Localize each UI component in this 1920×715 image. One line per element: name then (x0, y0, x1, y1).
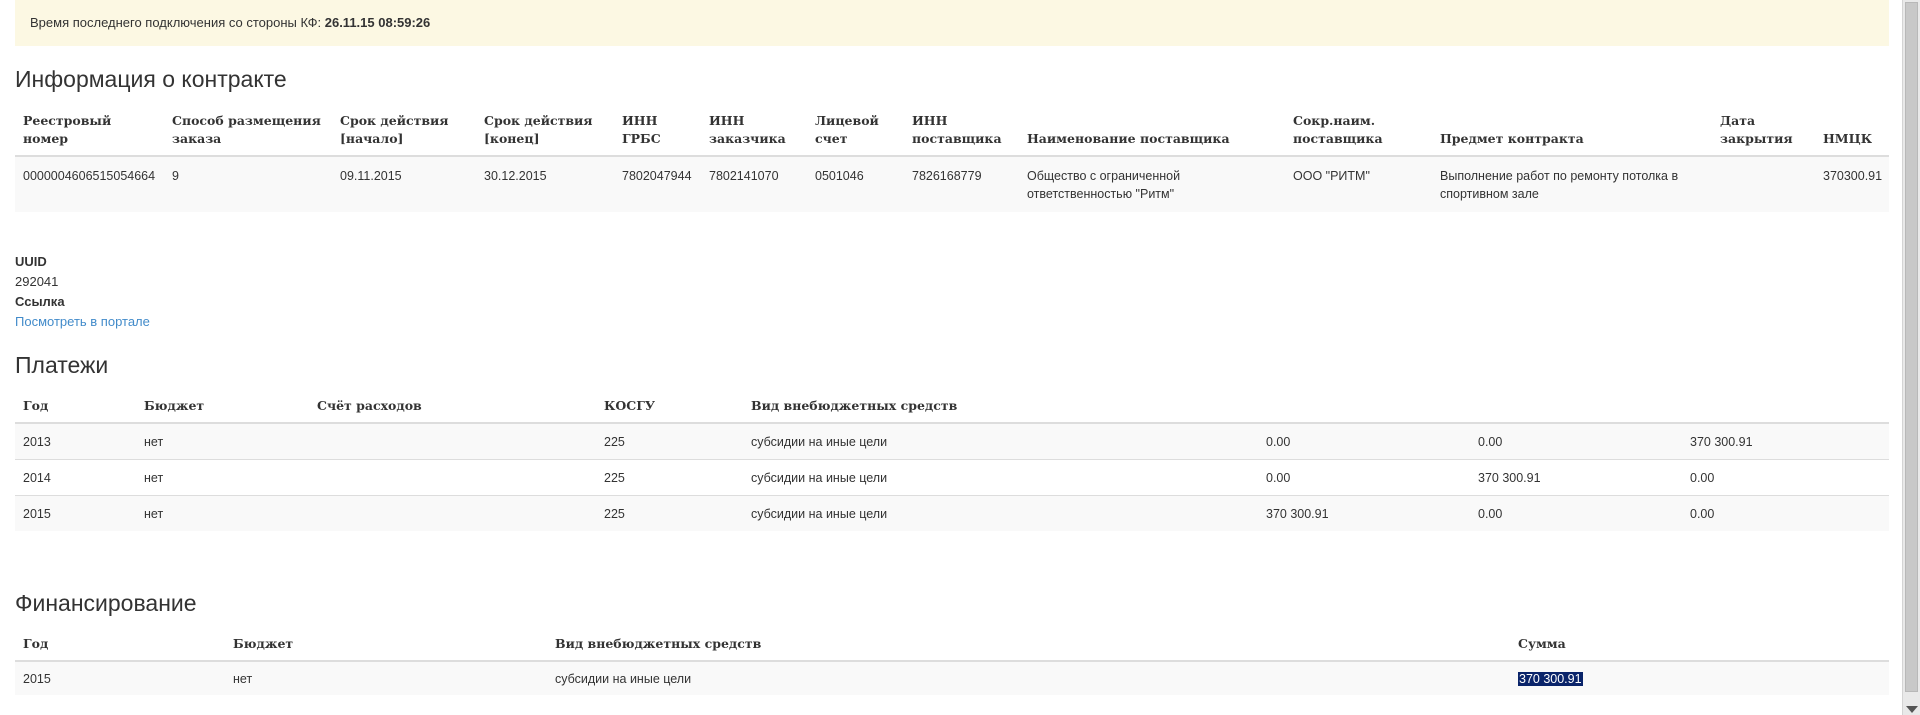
payments-col-header (1470, 393, 1682, 424)
selected-amount: 370 300.91 (1518, 671, 1583, 686)
contract-cell: Общество с ограниченной ответственностью… (1019, 155, 1285, 212)
payments-cell: 2015 (15, 495, 136, 531)
payments-cell: 0.00 (1258, 422, 1470, 460)
contract-cell: 09.11.2015 (332, 155, 476, 212)
payments-cell: субсидии на иные цели (743, 459, 1258, 496)
payments-cell: 370 300.91 (1682, 422, 1889, 460)
payments-cell: субсидии на иные цели (743, 495, 1258, 531)
payments-section-title: Платежи (15, 352, 109, 378)
payments-cell: 2013 (15, 422, 136, 460)
scrollbar-thumb[interactable] (1905, 2, 1918, 692)
link-label: Ссылка (15, 294, 65, 309)
payments-cell: 225 (596, 459, 743, 496)
contract-col-header: НМЦК (1815, 108, 1889, 157)
financing-cell: нет (225, 660, 547, 695)
payments-header-row: Год Бюджет Счёт расходов КОСГУ Вид внебюджет… (15, 393, 1889, 424)
payments-cell (309, 459, 596, 496)
contract-row: 0000004606515054664 9 09.11.2015 30.12.2015… (15, 155, 1889, 212)
payments-col-header: Счёт расходов (309, 393, 596, 424)
payments-cell: 0.00 (1470, 422, 1682, 460)
financing-cell: 370 300.91 (1510, 660, 1889, 695)
financing-col-header: Год (15, 631, 225, 662)
payments-col-header: Бюджет (136, 393, 309, 424)
financing-cell: субсидии на иные цели (547, 660, 1510, 695)
alert-timestamp: 26.11.15 08:59:26 (324, 15, 431, 30)
payments-cell: 0.00 (1682, 495, 1889, 531)
financing-col-header: Сумма (1510, 631, 1889, 662)
contract-cell: 7802141070 (701, 155, 807, 212)
contract-col-header: Срок действия [начало] (332, 108, 476, 157)
financing-section-title: Финансирование (15, 590, 197, 616)
contract-meta: UUID 292041 Ссылка Посмотреть в портале (15, 252, 150, 332)
scroll-down-arrow-icon[interactable] (1906, 706, 1918, 713)
contract-cell: ООО "РИТМ" (1285, 155, 1432, 212)
contract-col-header: ИНН ГРБС (614, 108, 701, 157)
payments-cell: 0.00 (1470, 495, 1682, 531)
payments-cell: 0.00 (1258, 459, 1470, 496)
contract-col-header: Лицевой счет (807, 108, 904, 157)
payments-cell: нет (136, 422, 309, 460)
payments-col-header (1682, 393, 1889, 424)
contract-cell: 7802047944 (614, 155, 701, 212)
payments-cell: 370 300.91 (1470, 459, 1682, 496)
contract-col-header: Срок действия [конец] (476, 108, 614, 157)
payments-cell (309, 495, 596, 531)
contract-col-header: Реестровый номер (15, 108, 164, 157)
portal-link[interactable]: Посмотреть в портале (15, 314, 150, 329)
contract-col-header: Наименование поставщика (1019, 108, 1285, 157)
contract-cell (1712, 155, 1815, 212)
payment-row: 2014 нет 225 субсидии на иные цели 0.00 370 3… (15, 459, 1889, 496)
financing-col-header: Бюджет (225, 631, 547, 662)
financing-header-row: Год Бюджет Вид внебюджетных средств Сумма (15, 631, 1889, 662)
payments-col-header: Вид внебюджетных средств (743, 393, 1258, 424)
contract-col-header: Способ размещения заказа (164, 108, 332, 157)
contract-cell: 0000004606515054664 (15, 155, 164, 212)
payments-cell (309, 422, 596, 460)
vertical-scrollbar[interactable] (1902, 0, 1920, 715)
financing-col-header: Вид внебюджетных средств (547, 631, 1510, 662)
contract-col-header: Предмет контракта (1432, 108, 1712, 157)
contract-cell: 30.12.2015 (476, 155, 614, 212)
financing-row: 2015 нет субсидии на иные цели 370 300.91 (15, 660, 1889, 695)
contract-col-header: ИНН поставщика (904, 108, 1019, 157)
payments-cell: нет (136, 459, 309, 496)
contract-cell: 370300.91 (1815, 155, 1889, 212)
financing-cell: 2015 (15, 660, 225, 695)
payments-cell: 370 300.91 (1258, 495, 1470, 531)
contract-cell: 9 (164, 155, 332, 212)
financing-table: Год Бюджет Вид внебюджетных средств Сумма 2… (15, 631, 1889, 695)
uuid-value: 292041 (15, 274, 59, 289)
payments-cell: субсидии на иные цели (743, 422, 1258, 460)
contract-col-header: Дата закрытия (1712, 108, 1815, 157)
alert-label: Время последнего подключения со стороны … (30, 15, 322, 30)
payments-cell: 2014 (15, 459, 136, 496)
payments-cell: нет (136, 495, 309, 531)
payments-table: Год Бюджет Счёт расходов КОСГУ Вид внебюджет… (15, 393, 1889, 531)
payment-row: 2015 нет 225 субсидии на иные цели 370 300.9… (15, 495, 1889, 531)
payments-col-header: Год (15, 393, 136, 424)
last-connection-alert: Время последнего подключения со стороны … (15, 0, 1889, 46)
contract-cell: Выполнение работ по ремонту потолка в сп… (1432, 155, 1712, 212)
payments-col-header: КОСГУ (596, 393, 743, 424)
contract-cell: 0501046 (807, 155, 904, 212)
contract-col-header: Сокр.наим. поставщика (1285, 108, 1432, 157)
contract-section-title: Информация о контракте (15, 66, 287, 92)
contract-header-row: Реестровый номер Способ размещения заказа… (15, 108, 1889, 157)
page: Время последнего подключения со стороны … (0, 0, 1902, 715)
payments-cell: 225 (596, 495, 743, 531)
contract-table: Реестровый номер Способ размещения заказа… (15, 108, 1889, 212)
payments-cell: 0.00 (1682, 459, 1889, 496)
payment-row: 2013 нет 225 субсидии на иные цели 0.00 0.00 3… (15, 422, 1889, 460)
contract-cell: 7826168779 (904, 155, 1019, 212)
payments-cell: 225 (596, 422, 743, 460)
payments-col-header (1258, 393, 1470, 424)
contract-col-header: ИНН заказчика (701, 108, 807, 157)
uuid-label: UUID (15, 254, 47, 269)
